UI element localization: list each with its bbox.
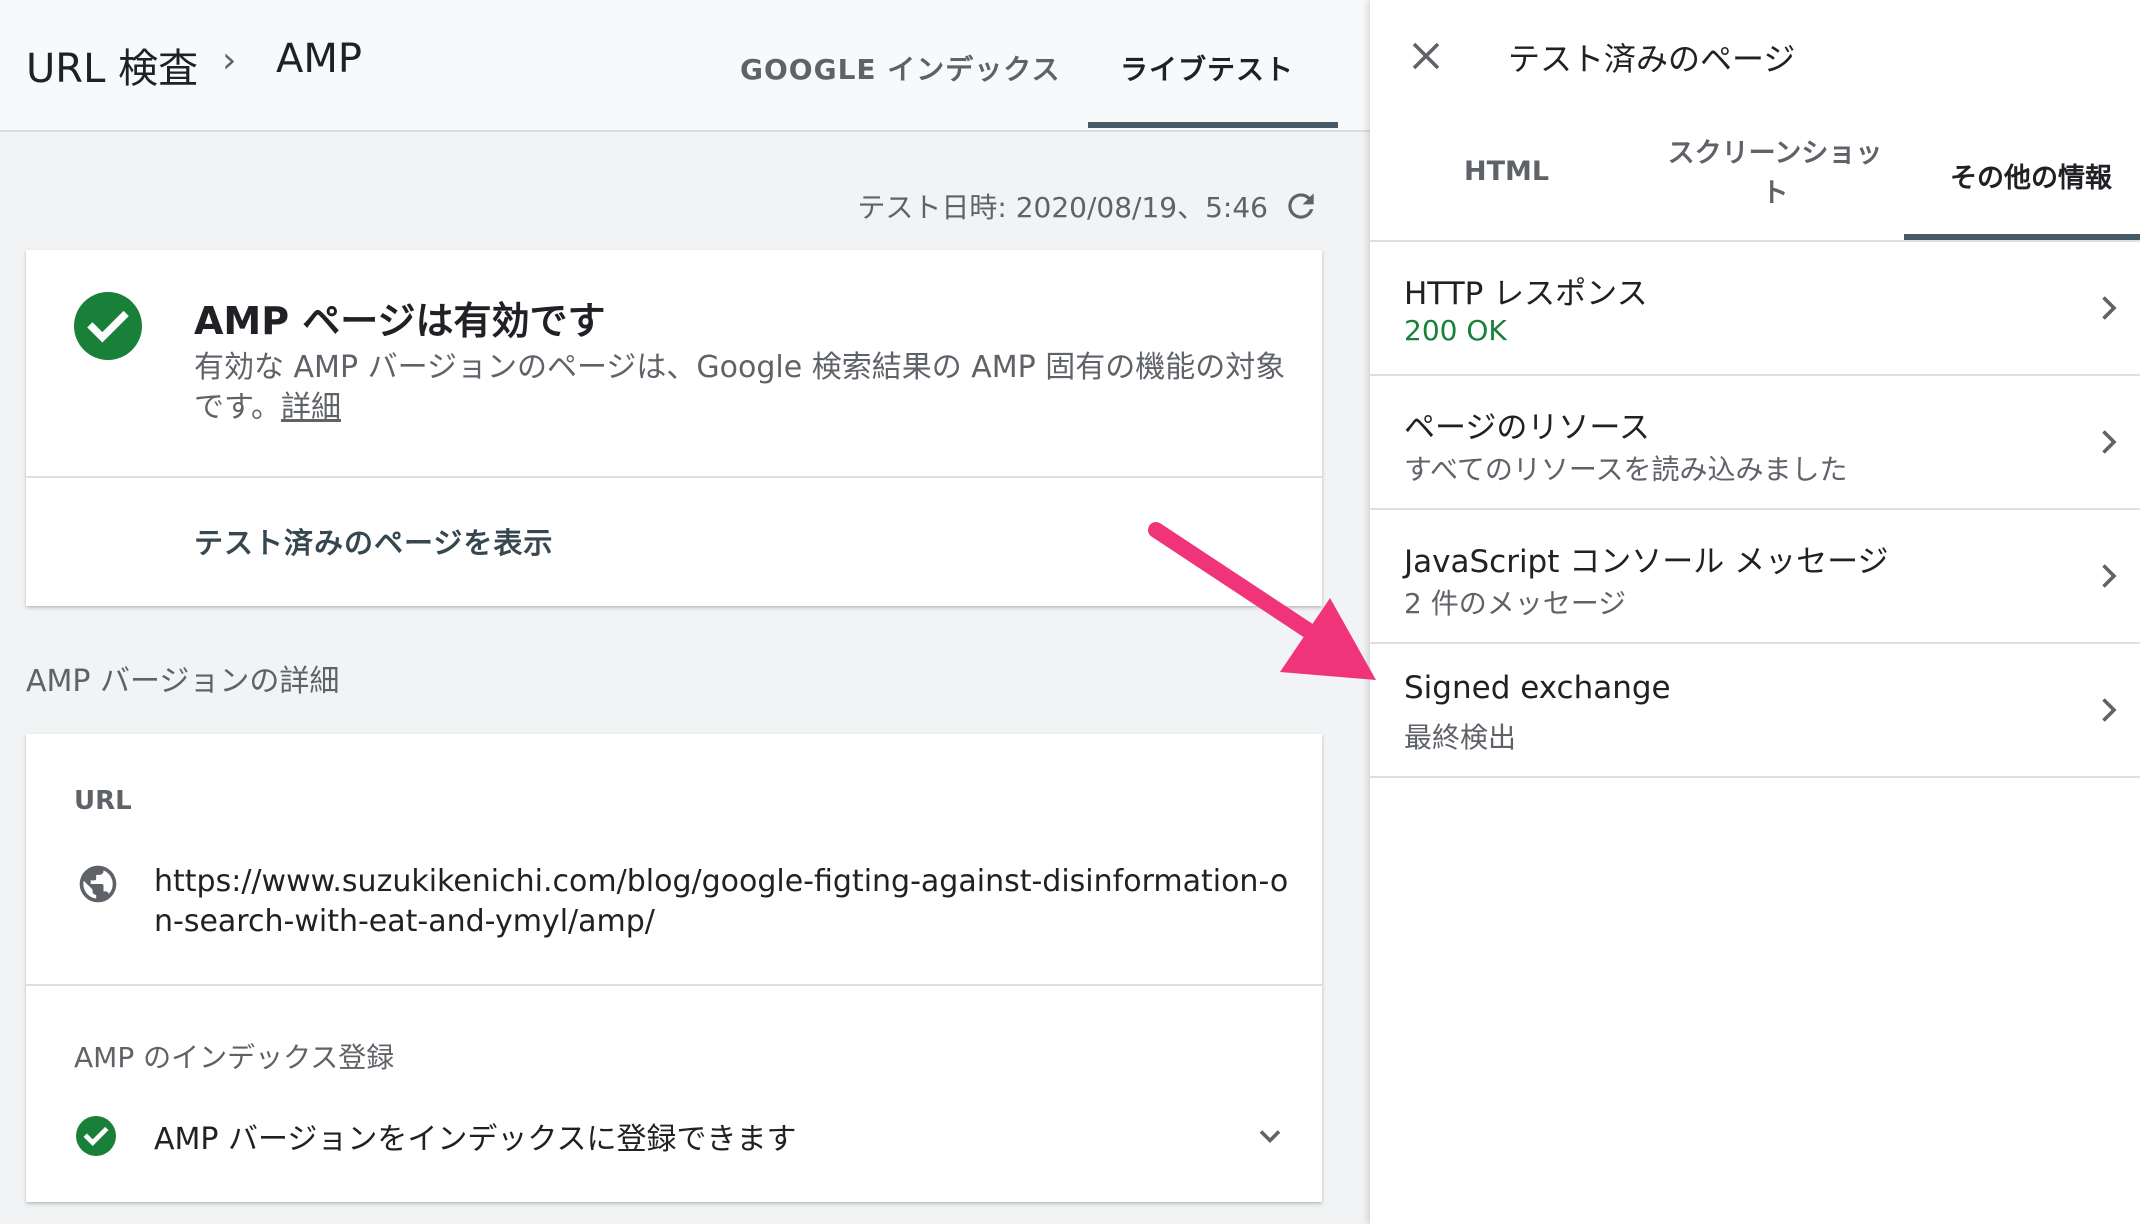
- chevron-down-icon[interactable]: [1252, 1118, 1288, 1154]
- chevron-right-icon: [2102, 698, 2117, 722]
- chevron-right-icon: [2102, 564, 2117, 588]
- tab-screenshot[interactable]: スクリーンショット: [1660, 134, 1890, 214]
- list-item-http-response[interactable]: HTTP レスポンス 200 OK: [1370, 242, 2140, 376]
- check-circle-icon: [76, 1116, 116, 1156]
- list-item-signed-exchange[interactable]: Signed exchange 最終検出: [1370, 644, 2140, 778]
- amp-indexing-status: AMP バージョンをインデックスに登録できます: [154, 1122, 797, 1157]
- row-subtitle: 200 OK: [1404, 314, 1507, 347]
- main-content: URL 検査 › AMP GOOGLE インデックス ライブテスト テスト日時:…: [0, 0, 1370, 1224]
- amp-details-card: URL https://www.suzukikenichi.com/blog/g…: [26, 734, 1322, 1202]
- test-date: テスト日時: 2020/08/19、5:46: [857, 191, 1268, 224]
- status-description: 有効な AMP バージョンのページは、Google 検索結果の AMP 固有の機…: [194, 348, 1294, 428]
- details-link[interactable]: 詳細: [281, 390, 341, 425]
- list-item-page-resources[interactable]: ページのリソース すべてのリソースを読み込みました: [1370, 376, 2140, 510]
- divider: [26, 476, 1322, 478]
- breadcrumb-separator-icon: ›: [222, 40, 237, 81]
- row-title: Signed exchange: [1404, 670, 1671, 706]
- tab-live-test[interactable]: ライブテスト: [1120, 48, 1294, 88]
- url-label: URL: [74, 786, 132, 816]
- row-title: JavaScript コンソール メッセージ: [1404, 544, 1889, 580]
- status-description-text: 有効な AMP バージョンのページは、Google 検索結果の AMP 固有の機…: [194, 350, 1286, 425]
- test-date-row: テスト日時: 2020/08/19、5:46: [857, 186, 1320, 226]
- breadcrumb-url-inspection[interactable]: URL 検査: [26, 36, 198, 94]
- close-icon[interactable]: [1408, 38, 1444, 74]
- row-title: ページのリソース: [1404, 410, 1650, 446]
- view-tested-page-button[interactable]: テスト済みのページを表示: [194, 520, 553, 562]
- active-tab-indicator: [1088, 122, 1338, 128]
- url-value: https://www.suzukikenichi.com/blog/googl…: [154, 864, 1289, 939]
- tested-page-panel: テスト済みのページ HTML スクリーンショット その他の情報 HTTP レスポ…: [1370, 0, 2140, 1224]
- globe-icon: [79, 865, 117, 903]
- breadcrumb-current: AMP: [276, 36, 362, 82]
- panel-title: テスト済みのページ: [1508, 40, 1796, 78]
- tab-more-info[interactable]: その他の情報: [1950, 156, 2112, 195]
- status-title: AMP ページは有効です: [194, 299, 606, 343]
- row-subtitle: すべてのリソースを読み込みました: [1404, 453, 1848, 486]
- chevron-right-icon: [2102, 430, 2117, 454]
- refresh-icon[interactable]: [1282, 187, 1320, 225]
- status-card: AMP ページは有効です 有効な AMP バージョンのページは、Google 検…: [26, 250, 1322, 606]
- page-header: URL 検査 › AMP GOOGLE インデックス ライブテスト: [0, 0, 1370, 132]
- list-item-js-console[interactable]: JavaScript コンソール メッセージ 2 件のメッセージ: [1370, 510, 2140, 644]
- check-circle-icon: [74, 292, 142, 360]
- divider: [26, 984, 1322, 986]
- tab-html[interactable]: HTML: [1464, 156, 1549, 187]
- section-heading: AMP バージョンの詳細: [26, 664, 340, 699]
- row-subtitle: 2 件のメッセージ: [1404, 587, 1627, 620]
- chevron-right-icon: [2102, 296, 2117, 320]
- tab-google-index[interactable]: GOOGLE インデックス: [740, 48, 1060, 88]
- row-subtitle: 最終検出: [1404, 721, 1517, 754]
- row-title: HTTP レスポンス: [1404, 276, 1648, 312]
- amp-indexing-label: AMP のインデックス登録: [74, 1041, 395, 1074]
